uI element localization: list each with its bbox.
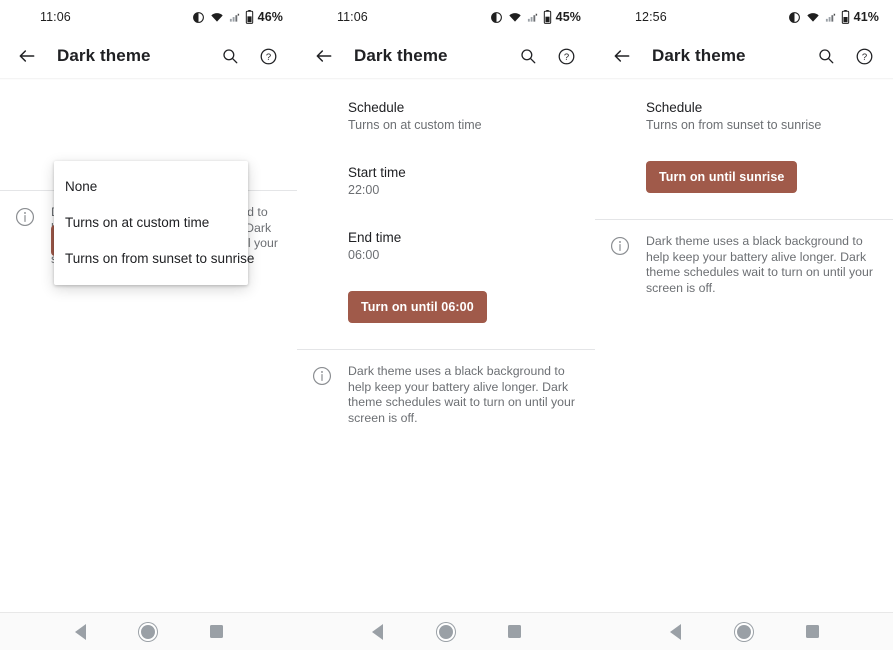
turn-on-button[interactable]: Turn on until 06:00 xyxy=(348,291,487,323)
svg-text:?: ? xyxy=(563,52,568,63)
info-icon xyxy=(14,206,36,228)
contrast-icon xyxy=(490,11,503,24)
setting-row-end-time[interactable]: End time 06:00 xyxy=(297,208,595,273)
cell-signal-icon xyxy=(825,11,836,24)
status-clock: 12:56 xyxy=(595,10,667,24)
turn-on-button-wrap: Turn on until 06:00 xyxy=(297,273,595,333)
page-title: Dark theme xyxy=(652,46,809,66)
svg-text:?: ? xyxy=(861,52,866,63)
app-bar-actions: ? xyxy=(511,39,583,73)
contrast-icon xyxy=(788,11,801,24)
schedule-dropdown-menu[interactable]: None Turns on at custom time Turns on fr… xyxy=(54,161,248,285)
battery-percentage: 41% xyxy=(854,10,879,24)
system-navigation-bar xyxy=(0,612,893,650)
app-bar: Dark theme ? xyxy=(595,34,893,78)
nav-recents-icon[interactable] xyxy=(200,617,234,647)
status-clock: 11:06 xyxy=(297,10,368,24)
turn-on-button-wrap: Turn on until sunrise xyxy=(595,143,893,203)
app-bar-actions: ? xyxy=(809,39,881,73)
nav-group-1 xyxy=(0,613,297,650)
page-title: Dark theme xyxy=(354,46,511,66)
page-title: Dark theme xyxy=(57,46,213,66)
nav-back-icon[interactable] xyxy=(658,617,692,647)
phone-screen-custom-time: 11:06 45% Dark theme xyxy=(297,0,595,612)
back-arrow-icon[interactable] xyxy=(605,39,639,73)
menu-item-none[interactable]: None xyxy=(54,169,248,205)
nav-home-icon[interactable] xyxy=(131,617,165,647)
nav-group-3 xyxy=(595,613,893,650)
nav-back-icon[interactable] xyxy=(63,617,97,647)
app-bar: Dark theme ? xyxy=(297,34,595,78)
setting-title: End time xyxy=(348,229,579,246)
help-icon[interactable]: ? xyxy=(251,39,285,73)
setting-value: 06:00 xyxy=(348,247,579,264)
menu-item-custom-time[interactable]: Turns on at custom time xyxy=(54,205,248,241)
info-block: Dark theme uses a black background to he… xyxy=(595,220,893,310)
battery-percentage: 46% xyxy=(258,10,283,24)
info-icon xyxy=(609,235,631,257)
search-icon[interactable] xyxy=(511,39,545,73)
setting-row-start-time[interactable]: Start time 22:00 xyxy=(297,143,595,208)
status-bar: 12:56 41% xyxy=(595,0,893,34)
status-bar: 11:06 45% xyxy=(297,0,595,34)
menu-item-sunset-sunrise[interactable]: Turns on from sunset to sunrise xyxy=(54,241,248,277)
setting-value: Turns on from sunset to sunrise xyxy=(646,117,877,134)
back-arrow-icon[interactable] xyxy=(307,39,341,73)
status-icons: 41% xyxy=(788,10,879,24)
setting-value: Turns on at custom time xyxy=(348,117,579,134)
battery-icon xyxy=(543,10,552,24)
panel-content: None Turns on at custom time Turns on fr… xyxy=(0,80,297,281)
setting-row-schedule[interactable]: Schedule Turns on at custom time xyxy=(297,90,595,143)
setting-value: 22:00 xyxy=(348,182,579,199)
cell-signal-icon xyxy=(229,11,240,24)
wifi-icon xyxy=(210,11,224,24)
nav-back-icon[interactable] xyxy=(360,617,394,647)
help-icon[interactable]: ? xyxy=(549,39,583,73)
contrast-icon xyxy=(192,11,205,24)
setting-title: Start time xyxy=(348,164,579,181)
wifi-icon xyxy=(806,11,820,24)
wifi-icon xyxy=(508,11,522,24)
info-text: Dark theme uses a black background to he… xyxy=(646,234,877,296)
info-icon xyxy=(311,365,333,387)
setting-row-schedule[interactable]: Schedule Turns on from sunset to sunrise xyxy=(595,90,893,143)
cell-signal-icon xyxy=(527,11,538,24)
status-icons: 45% xyxy=(490,10,581,24)
panel-content: Schedule Turns on from sunset to sunrise… xyxy=(595,80,893,310)
turn-on-button[interactable]: Turn on until sunrise xyxy=(646,161,797,193)
setting-title: Schedule xyxy=(646,99,877,116)
nav-recents-icon[interactable] xyxy=(498,617,532,647)
app-bar-actions: ? xyxy=(213,39,285,73)
phone-screenshots-row: 11:06 46% Dark theme xyxy=(0,0,893,612)
nav-home-icon[interactable] xyxy=(429,617,463,647)
back-arrow-icon[interactable] xyxy=(10,39,44,73)
phone-screen-sunset-sunrise: 12:56 41% Dark theme xyxy=(595,0,893,612)
app-bar: Dark theme ? xyxy=(0,34,297,78)
info-block: Dark theme uses a black background to he… xyxy=(297,350,595,440)
nav-home-icon[interactable] xyxy=(727,617,761,647)
search-icon[interactable] xyxy=(809,39,843,73)
info-text: Dark theme uses a black background to he… xyxy=(348,364,579,426)
svg-text:?: ? xyxy=(265,52,270,63)
search-icon[interactable] xyxy=(213,39,247,73)
setting-title: Schedule xyxy=(348,99,579,116)
nav-group-2 xyxy=(297,613,595,650)
panel-content: Schedule Turns on at custom time Start t… xyxy=(297,80,595,440)
status-bar: 11:06 46% xyxy=(0,0,297,34)
status-icons: 46% xyxy=(192,10,283,24)
phone-screen-menu-open: 11:06 46% Dark theme xyxy=(0,0,297,612)
battery-icon xyxy=(245,10,254,24)
nav-recents-icon[interactable] xyxy=(796,617,830,647)
battery-percentage: 45% xyxy=(556,10,581,24)
help-icon[interactable]: ? xyxy=(847,39,881,73)
battery-icon xyxy=(841,10,850,24)
status-clock: 11:06 xyxy=(0,10,71,24)
